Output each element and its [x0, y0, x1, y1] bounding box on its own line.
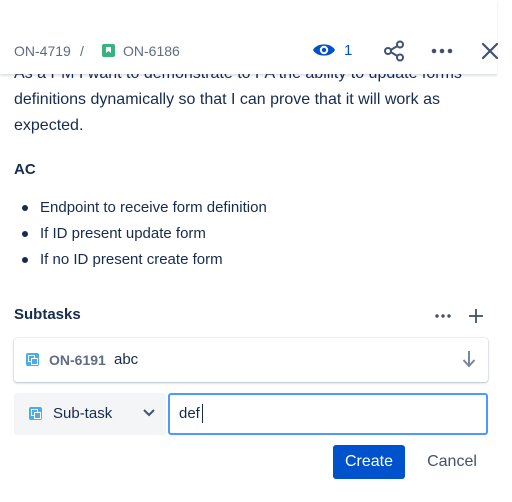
close-icon — [481, 42, 499, 60]
add-subtask-button[interactable] — [466, 306, 486, 326]
eye-icon[interactable] — [312, 41, 336, 59]
subtasks-more-button[interactable] — [433, 309, 453, 323]
description-line-2: definitions dynamically so that I can pr… — [14, 91, 440, 108]
ac-bullet-2: If ID present update form — [40, 225, 206, 242]
arrow-down-icon[interactable] — [462, 350, 476, 368]
share-icon — [384, 40, 404, 62]
more-icon — [431, 48, 453, 54]
subtask-icon — [29, 407, 42, 420]
subtasks-heading: Subtasks — [14, 306, 81, 323]
description-line-3: expected. — [14, 117, 84, 134]
subtask-summary-input[interactable]: def — [168, 393, 488, 435]
subtask-row[interactable]: ON-6191 abc — [14, 338, 488, 382]
issue-type-select[interactable]: Sub-task — [14, 393, 166, 435]
story-icon — [102, 44, 115, 57]
breadcrumb-issue-key[interactable]: ON-6186 — [123, 43, 180, 59]
issue-type-label: Sub-task — [53, 405, 113, 422]
cancel-button[interactable]: Cancel — [418, 445, 486, 479]
ac-heading: AC — [14, 161, 36, 178]
text-caret — [202, 404, 203, 423]
bullet-dot — [22, 231, 28, 237]
create-button[interactable]: Create — [333, 445, 405, 479]
more-actions-button[interactable] — [429, 38, 455, 64]
close-button[interactable] — [477, 38, 503, 64]
bullet-dot — [22, 257, 28, 263]
more-icon — [435, 314, 451, 318]
watch-count[interactable]: 1 — [344, 42, 352, 60]
subtask-key[interactable]: ON-6191 — [49, 352, 106, 368]
breadcrumb-separator: / — [80, 43, 84, 59]
bullet-dot — [22, 205, 28, 211]
subtask-summary-value: def — [179, 405, 200, 422]
add-icon — [469, 309, 483, 323]
share-button[interactable] — [381, 38, 407, 64]
ac-bullet-1: Endpoint to receive form definition — [40, 199, 267, 216]
chevron-down-icon — [143, 409, 155, 417]
ac-bullet-3: If no ID present create form — [40, 251, 223, 268]
issue-header: ON-4719 / ON-6186 1 — [0, 0, 499, 74]
subtask-summary[interactable]: abc — [114, 351, 138, 369]
breadcrumb-parent-key[interactable]: ON-4719 — [14, 43, 71, 59]
subtask-icon — [26, 353, 39, 366]
